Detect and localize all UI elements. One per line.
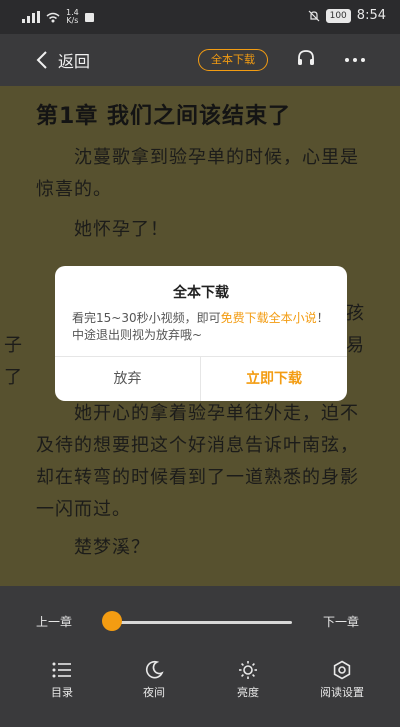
- net-speed-unit: K/s: [66, 16, 79, 25]
- dialog-message-prefix: 看完15~30秒小视频，即可: [72, 311, 221, 325]
- notification-icon: [84, 12, 94, 22]
- paragraph-3-fragment-right-2: 易: [346, 335, 365, 356]
- reading-settings-label: 阅读设置: [320, 686, 364, 699]
- reading-settings-button[interactable]: 阅读设置: [309, 660, 375, 700]
- settings-icon: [333, 660, 351, 680]
- back-button[interactable]: 返回: [36, 48, 90, 72]
- night-mode-label: 夜间: [143, 686, 165, 699]
- mute-bell-icon: [308, 10, 320, 21]
- night-mode-button[interactable]: 夜间: [124, 660, 184, 700]
- next-chapter-button[interactable]: 下一章: [323, 613, 359, 630]
- toc-button[interactable]: 目录: [32, 660, 92, 700]
- back-label: 返回: [58, 52, 91, 71]
- chapter-progress-track[interactable]: [112, 621, 292, 624]
- moon-icon: [146, 660, 164, 679]
- bottom-toolbar: 上一章 下一章 目录 夜间 亮度 阅读设置: [0, 586, 400, 727]
- status-right: 100 8:54: [308, 8, 386, 23]
- status-left: 1.4 K/s: [22, 9, 94, 25]
- top-bar: 返回 全本下载: [0, 34, 400, 86]
- brightness-label: 亮度: [237, 686, 259, 699]
- download-now-button[interactable]: 立即下载: [201, 357, 347, 401]
- give-up-button[interactable]: 放弃: [55, 357, 200, 401]
- brightness-button[interactable]: 亮度: [218, 660, 278, 700]
- toc-label: 目录: [51, 686, 73, 699]
- battery-indicator: 100: [325, 8, 351, 23]
- signal-icon: [22, 11, 40, 23]
- paragraph-2: 她怀孕了！: [74, 219, 169, 240]
- brightness-icon: [239, 661, 257, 679]
- more-icon[interactable]: [345, 58, 365, 62]
- download-dialog: 全本下载 看完15~30秒小视频，即可免费下载全本小说！中途退出则视为放弃哦~ …: [55, 266, 347, 401]
- wifi-icon: [46, 12, 60, 22]
- list-icon: [52, 662, 71, 678]
- status-bar: 1.4 K/s 100 8:54: [0, 0, 400, 34]
- dialog-title: 全本下载: [173, 285, 229, 301]
- paragraph-3-fragment-right-1: 孩: [346, 303, 365, 324]
- full-download-button[interactable]: 全本下载: [198, 49, 268, 71]
- paragraph-5: 楚梦溪？: [74, 537, 150, 558]
- chapter-title: 第1章 我们之间该结束了: [36, 104, 291, 129]
- clock: 8:54: [356, 8, 386, 23]
- paragraph-3-fragment-left-2: 了: [4, 367, 23, 388]
- paragraph-3-fragment-left-1: 子: [4, 335, 23, 356]
- chevron-left-icon: [36, 51, 47, 69]
- prev-chapter-button[interactable]: 上一章: [36, 613, 72, 630]
- paragraph-4: 她开心的拿着验孕单往外走，迫不及待的想要把这个好消息告诉叶南弦，却在转弯的时候看…: [36, 403, 359, 520]
- chapter-progress-thumb[interactable]: [102, 611, 122, 631]
- paragraph-1: 沈蔓歌拿到验孕单的时候，心里是惊喜的。: [36, 147, 359, 200]
- dialog-message-highlight[interactable]: 免费下载全本小说: [221, 311, 317, 325]
- headphones-icon[interactable]: [296, 48, 316, 68]
- net-speed: 1.4 K/s: [66, 9, 79, 25]
- dialog-message: 看完15~30秒小视频，即可免费下载全本小说！中途退出则视为放弃哦~: [72, 310, 334, 344]
